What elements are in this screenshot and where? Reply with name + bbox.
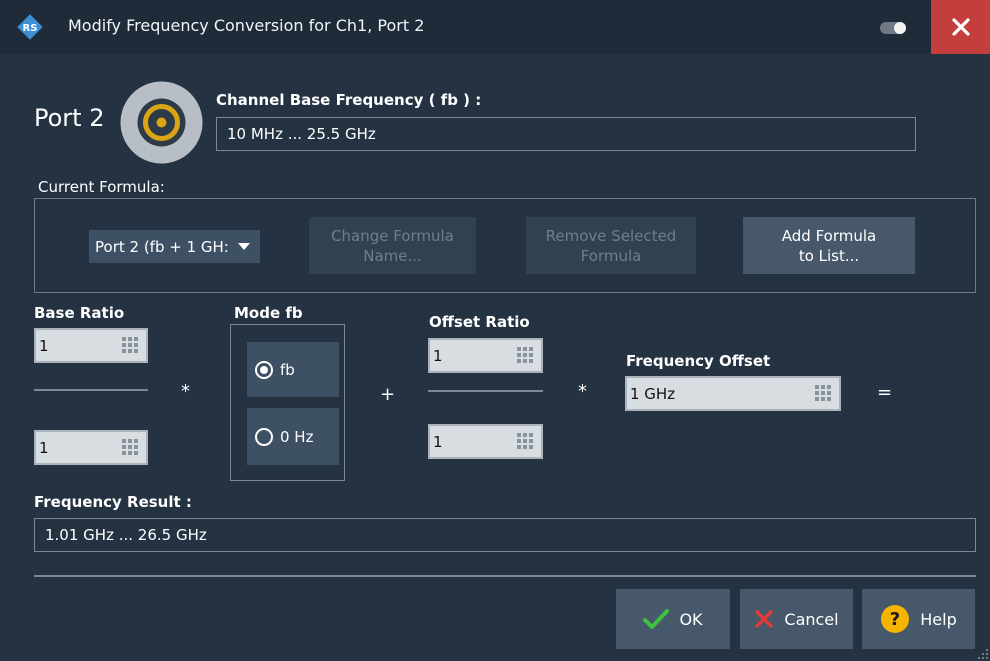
add-formula-line2: to List... [798,246,860,265]
svg-text:RS: RS [23,23,38,34]
checkmark-icon [643,608,670,630]
mode-0hz-label: 0 Hz [280,427,314,446]
close-button[interactable] [931,0,990,54]
frequency-result-label: Frequency Result : [34,493,192,511]
mode-label: Mode fb [234,304,303,322]
cancel-label: Cancel [784,609,839,629]
remove-formula-line2: Formula [580,246,642,265]
help-icon: ? [880,604,910,634]
frequency-offset-value: 1 GHz [630,384,676,403]
title-bar: RS Modify Frequency Conversion for Ch1, … [0,0,990,54]
ok-label: OK [679,609,703,629]
change-formula-name-button[interactable]: Change Formula Name... [309,217,476,274]
offset-ratio-label: Offset Ratio [429,313,530,331]
offset-ratio-divider [428,390,543,392]
chevron-down-icon [238,243,250,250]
port-label: Port 2 [34,104,105,132]
offset-ratio-numerator-value: 1 [433,346,443,365]
keypad-icon [517,347,533,363]
base-ratio-divider [34,389,148,391]
mode-fb-radio[interactable]: fb [247,342,339,397]
base-ratio-denominator-input[interactable]: 1 [34,430,148,465]
multiply-operator-2: * [578,381,587,402]
resize-grip-icon[interactable] [978,649,988,659]
keypad-icon [122,337,138,353]
close-icon [951,18,970,36]
x-icon [754,609,774,629]
equals-operator: = [877,382,893,403]
frequency-offset-label: Frequency Offset [626,352,771,370]
keypad-icon [122,439,138,455]
remove-formula-line1: Remove Selected [545,226,677,245]
add-formula-to-list-button[interactable]: Add Formula to List... [743,217,915,274]
toggle-icon[interactable] [880,22,906,34]
radio-unselected-icon [255,427,273,446]
mode-fb-label: fb [280,360,295,379]
base-frequency-label: Channel Base Frequency ( fb ) : [216,91,482,109]
ok-button[interactable]: OK [616,589,730,649]
formula-dropdown-value: Port 2 (fb + 1 GH: [95,237,229,256]
mode-0hz-radio[interactable]: 0 Hz [247,408,339,465]
offset-ratio-denominator-value: 1 [433,432,443,451]
add-formula-line1: Add Formula [781,226,877,245]
rs-logo-icon: RS [17,14,43,40]
separator-line [34,575,976,577]
base-ratio-numerator-input[interactable]: 1 [34,328,148,363]
current-formula-label: Current Formula: [38,178,165,196]
port-connector-icon [120,81,203,164]
remove-selected-formula-button[interactable]: Remove Selected Formula [526,217,696,274]
help-button[interactable]: ? Help [862,589,975,649]
plus-operator: + [380,384,396,405]
svg-text:?: ? [890,609,900,630]
change-formula-line1: Change Formula [331,226,454,245]
help-label: Help [920,609,957,629]
base-ratio-label: Base Ratio [34,304,125,322]
window-title: Modify Frequency Conversion for Ch1, Por… [68,16,425,35]
frequency-result-field: 1.01 GHz ... 26.5 GHz [34,518,976,552]
change-formula-line2: Name... [363,246,422,265]
offset-ratio-denominator-input[interactable]: 1 [428,424,543,459]
keypad-icon [815,385,831,401]
radio-selected-icon [255,360,273,379]
dialog: RS Modify Frequency Conversion for Ch1, … [0,0,990,661]
base-frequency-field: 10 MHz ... 25.5 GHz [216,117,916,151]
frequency-offset-input[interactable]: 1 GHz [625,376,841,411]
base-ratio-numerator-value: 1 [39,336,49,355]
offset-ratio-numerator-input[interactable]: 1 [428,338,543,373]
multiply-operator-1: * [181,381,190,402]
keypad-icon [517,433,533,449]
base-ratio-denominator-value: 1 [39,438,49,457]
formula-dropdown[interactable]: Port 2 (fb + 1 GH: [89,230,260,263]
cancel-button[interactable]: Cancel [740,589,853,649]
